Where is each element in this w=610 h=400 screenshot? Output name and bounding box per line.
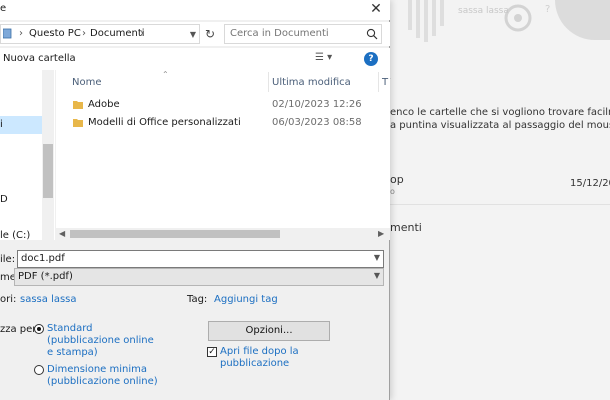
file-name: Modelli di Office personalizzati bbox=[88, 117, 241, 128]
divider bbox=[390, 204, 610, 205]
scrollbar-thumb[interactable] bbox=[70, 230, 280, 238]
help-icon[interactable]: ? bbox=[364, 52, 378, 66]
options-button[interactable]: Opzioni... bbox=[208, 321, 330, 341]
nav-item-d[interactable]: D bbox=[0, 194, 8, 205]
authors-label: ori: bbox=[0, 294, 17, 305]
chevron-down-icon[interactable]: ▼ bbox=[187, 27, 199, 43]
radio-minimum-label-1[interactable]: Dimensione minima bbox=[47, 364, 147, 376]
open-after-publish-label-1[interactable]: Apri file dopo la bbox=[220, 346, 299, 358]
horizontal-scrollbar[interactable]: ◀ ▶ bbox=[56, 228, 390, 240]
search-input[interactable] bbox=[230, 28, 362, 39]
list-item[interactable]: Adobe 02/10/2023 12:26 bbox=[56, 96, 390, 114]
column-divider[interactable] bbox=[268, 72, 269, 92]
open-after-publish-checkbox[interactable]: ✓ bbox=[207, 347, 217, 357]
nav-item-local-disk[interactable]: le (C:) bbox=[0, 230, 30, 241]
file-modified: 06/03/2023 08:58 bbox=[272, 117, 362, 128]
tip-line-1: enco le cartelle che si vogliono trovare… bbox=[390, 107, 610, 118]
dialog-title-bar: e ✕ bbox=[0, 0, 390, 20]
radio-minimum-label-2[interactable]: (pubblicazione online) bbox=[47, 376, 158, 388]
search-box[interactable] bbox=[224, 24, 382, 44]
chevron-right-icon: › bbox=[82, 28, 86, 39]
scrollbar-thumb[interactable] bbox=[43, 144, 53, 198]
scroll-right-icon[interactable]: ▶ bbox=[378, 228, 384, 240]
radio-minimum-size[interactable] bbox=[34, 365, 44, 375]
column-divider[interactable] bbox=[378, 72, 379, 92]
pc-icon bbox=[3, 28, 12, 39]
column-header-modified[interactable]: Ultima modifica bbox=[272, 77, 351, 88]
nav-scrollbar[interactable] bbox=[42, 70, 54, 240]
chevron-right-icon: › bbox=[19, 28, 23, 39]
save-form: ile: doc1.pdf ▼ me: PDF (*.pdf) ▼ ori: s… bbox=[0, 242, 390, 400]
radio-selected-dot bbox=[37, 327, 41, 331]
breadcrumb-this-pc[interactable]: Questo PC bbox=[29, 28, 81, 39]
authors-value[interactable]: sassa lassa bbox=[20, 294, 77, 305]
chevron-right-icon[interactable]: › bbox=[140, 28, 144, 39]
filename-value: doc1.pdf bbox=[21, 253, 65, 264]
tags-label: Tag: bbox=[187, 294, 208, 305]
svg-text:?: ? bbox=[545, 4, 550, 15]
open-after-publish-label-2[interactable]: pubblicazione bbox=[220, 358, 289, 370]
view-options-icon[interactable]: ☰ ▾ bbox=[315, 52, 345, 66]
search-icon[interactable] bbox=[366, 28, 378, 40]
column-header-name[interactable]: Nome bbox=[72, 77, 102, 88]
breadcrumb-documents[interactable]: Documenti bbox=[90, 28, 145, 39]
file-name: Adobe bbox=[88, 99, 120, 110]
address-bar[interactable]: › Questo PC › Documenti › ▼ bbox=[0, 24, 200, 44]
refresh-icon[interactable]: ↻ bbox=[202, 26, 218, 42]
dialog-title: e bbox=[0, 3, 7, 14]
radio-standard-label-2[interactable]: (pubblicazione online bbox=[47, 335, 154, 347]
list-item[interactable]: Modelli di Office personalizzati 06/03/2… bbox=[56, 114, 390, 132]
navigation-pane: i D le (C:) bbox=[0, 70, 55, 241]
recent-item-date: 15/12/202 bbox=[570, 178, 610, 189]
tip-line-2: a puntina visualizzata al passaggio del … bbox=[390, 120, 610, 131]
radio-standard-label-3[interactable]: e stampa) bbox=[47, 347, 98, 359]
radio-standard-label-1[interactable]: Standard bbox=[47, 323, 93, 335]
radio-standard[interactable] bbox=[34, 324, 44, 334]
save-as-dialog: e ✕ › Questo PC › Documenti › ▼ ↻ Nuova … bbox=[0, 0, 390, 400]
folder-icon bbox=[73, 101, 83, 109]
new-folder-button[interactable]: Nuova cartella bbox=[3, 53, 76, 64]
scroll-left-icon[interactable]: ◀ bbox=[59, 228, 65, 240]
chevron-down-icon[interactable]: ▼ bbox=[374, 271, 380, 280]
nav-item-label: i bbox=[0, 119, 3, 130]
folder-icon bbox=[73, 119, 83, 127]
filetype-select[interactable]: PDF (*.pdf) ▼ bbox=[14, 268, 384, 286]
command-bar: Nuova cartella ☰ ▾ ? bbox=[0, 48, 390, 70]
account-name: sassa lassa bbox=[458, 6, 509, 16]
column-header-row: ⌃ Nome Ultima modifica T bbox=[56, 70, 390, 94]
file-list: ⌃ Nome Ultima modifica T Adobe 02/10/202… bbox=[56, 70, 390, 240]
section-documents[interactable]: menti bbox=[390, 221, 610, 234]
column-letter: T bbox=[384, 77, 604, 88]
filename-label: ile: bbox=[0, 254, 16, 265]
chevron-down-icon[interactable]: ▼ bbox=[374, 253, 380, 262]
navigation-row: › Questo PC › Documenti › ▼ ↻ bbox=[0, 22, 390, 46]
nav-item-documents-selected[interactable]: i bbox=[0, 116, 42, 134]
file-modified: 02/10/2023 12:26 bbox=[272, 99, 362, 110]
close-button[interactable]: ✕ bbox=[364, 0, 388, 20]
filetype-value: PDF (*.pdf) bbox=[18, 271, 73, 282]
sort-ascending-icon: ⌃ bbox=[162, 70, 169, 79]
tags-add-link[interactable]: Aggiungi tag bbox=[214, 294, 278, 305]
filename-field[interactable]: doc1.pdf ▼ bbox=[17, 250, 384, 268]
column-header-type[interactable]: T bbox=[382, 77, 388, 88]
